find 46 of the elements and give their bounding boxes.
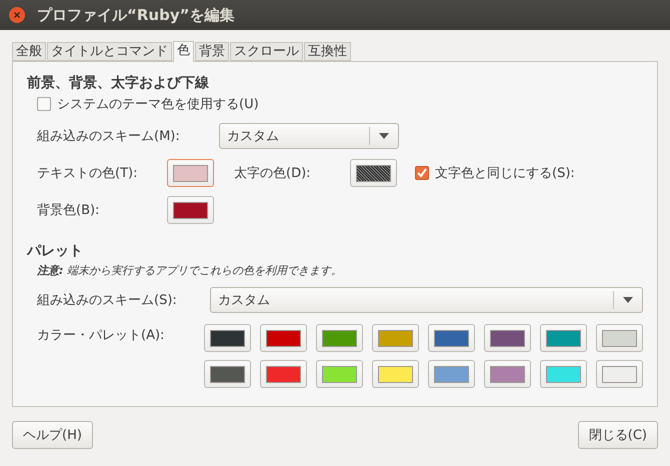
checkbox[interactable] xyxy=(415,166,429,180)
field-label: カラー・パレット(A): xyxy=(37,327,166,344)
close-icon[interactable] xyxy=(9,7,25,23)
field-label: テキストの色(T): xyxy=(37,165,138,182)
palette-color-button[interactable] xyxy=(484,324,531,352)
color-button[interactable] xyxy=(167,196,214,224)
palette-color-button[interactable] xyxy=(596,324,643,352)
palette-color-button[interactable] xyxy=(428,360,475,388)
checkbox-label: 文字色と同じにする(S): xyxy=(435,165,575,182)
field-label: 組み込みのスキーム(M): xyxy=(37,128,181,145)
section-heading: パレット xyxy=(27,242,84,260)
palette-color-button[interactable] xyxy=(204,360,251,388)
palette-color-button[interactable] xyxy=(596,360,643,388)
color-button[interactable] xyxy=(167,159,214,187)
scheme-dropdown[interactable]: カスタム xyxy=(219,123,399,149)
checkbox[interactable] xyxy=(37,97,51,111)
palette-color-button[interactable] xyxy=(260,324,307,352)
field-label: 背景色(B): xyxy=(37,202,100,219)
palette-color-button[interactable] xyxy=(372,360,419,388)
tab[interactable]: 色 xyxy=(173,41,194,62)
tab[interactable]: 全般 xyxy=(12,42,46,61)
palette-color-button[interactable] xyxy=(484,360,531,388)
palette-color-button[interactable] xyxy=(316,324,363,352)
palette-color-button[interactable] xyxy=(204,324,251,352)
section-heading: 前景、背景、太字および下線 xyxy=(27,74,210,92)
tab[interactable]: タイトルとコマンド xyxy=(47,42,172,61)
palette-color-button[interactable] xyxy=(316,360,363,388)
palette-color-button[interactable] xyxy=(260,360,307,388)
color-button[interactable] xyxy=(350,159,397,187)
field-label: 組み込みのスキーム(S): xyxy=(37,292,178,309)
tab[interactable]: 互換性 xyxy=(304,42,351,61)
dropdown-caret-icon xyxy=(623,297,633,303)
checkbox-label: システムのテーマ色を使用する(U) xyxy=(57,96,259,113)
help-button[interactable]: ヘルプ(H) xyxy=(12,421,93,449)
tab[interactable]: 背景 xyxy=(195,42,229,61)
palette-color-button[interactable] xyxy=(540,324,587,352)
palette-color-button[interactable] xyxy=(372,324,419,352)
window-title: プロファイル“Ruby”を編集 xyxy=(37,6,234,24)
scheme-dropdown[interactable]: カスタム xyxy=(210,287,643,313)
dropdown-caret-icon xyxy=(379,133,389,139)
close-button[interactable]: 閉じる(C) xyxy=(578,421,658,449)
tab[interactable]: スクロール xyxy=(230,42,303,61)
note-text: 注意: 端末から実行するアプリでこれらの色を利用できます。 xyxy=(37,262,342,278)
palette-color-button[interactable] xyxy=(540,360,587,388)
palette-color-button[interactable] xyxy=(428,324,475,352)
field-label: 太字の色(D): xyxy=(234,165,312,182)
